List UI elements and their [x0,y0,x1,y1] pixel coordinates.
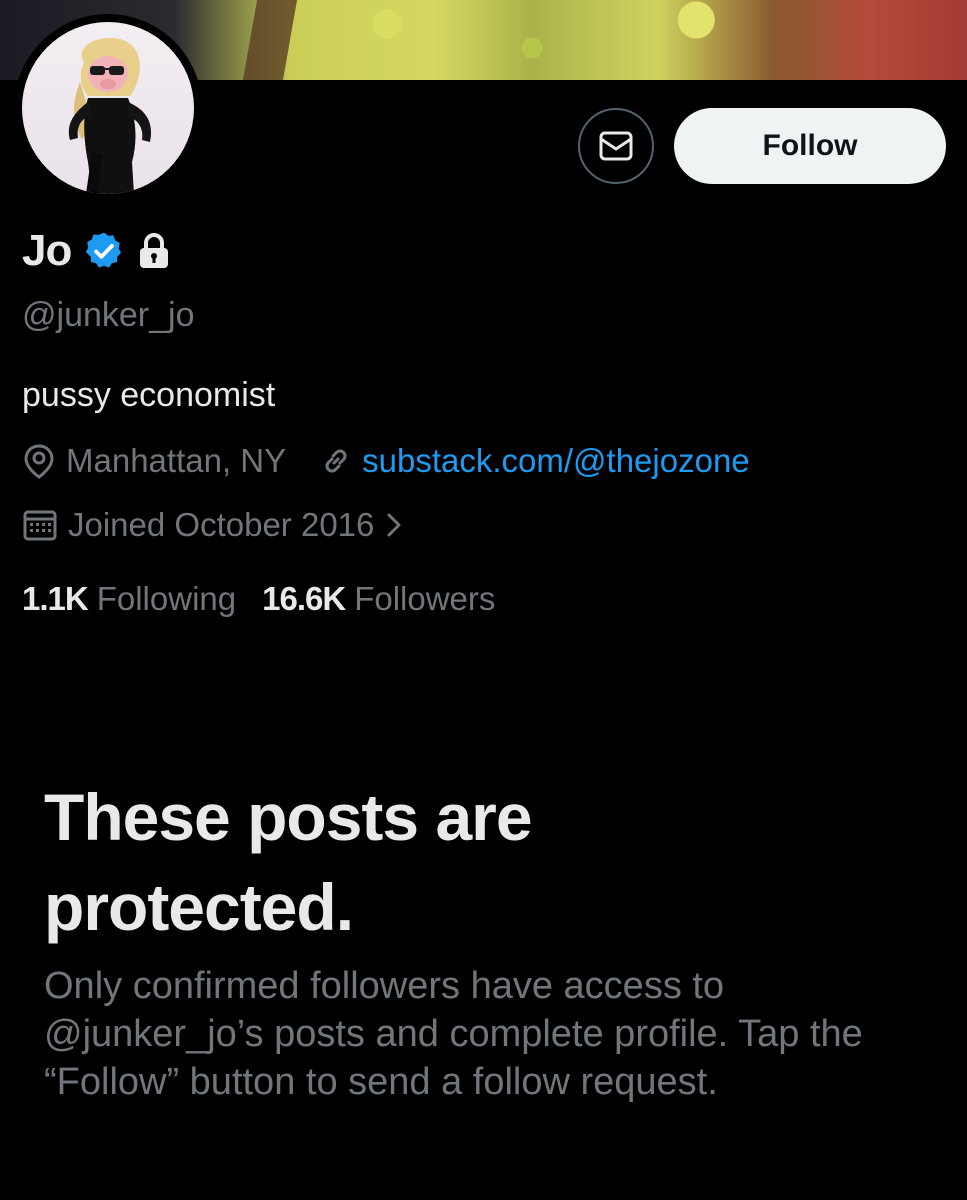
following-stat[interactable]: 1.1K Following [22,580,236,618]
profile-name: Jo [22,226,72,275]
profile-meta-row: Manhattan, NY substack.com/@thejozone [22,442,750,480]
following-count: 1.1K [22,580,89,617]
followers-label: Followers [354,580,496,617]
protected-title: These posts are protected. [44,780,533,944]
website-item[interactable]: substack.com/@thejozone [320,442,750,480]
protected-description: Only confirmed followers have access to … [44,965,863,1103]
followers-count: 16.6K [262,580,346,617]
link-icon [325,449,347,473]
location-text: Manhattan, NY [66,442,287,479]
avatar[interactable] [14,14,202,202]
follow-stats: 1.1K Following 16.6K Followers [22,580,495,618]
location-item: Manhattan, NY [22,442,286,480]
message-button[interactable] [578,108,654,184]
avatar-photo [22,22,194,194]
profile-bio: pussy economist [22,376,276,414]
chevron-right-icon [387,513,401,537]
profile-name-row: Jo [22,226,171,276]
location-pin-icon [24,444,54,479]
followers-stat[interactable]: 16.6K Followers [262,580,495,618]
verified-badge-icon [86,232,122,268]
website-link[interactable]: substack.com/@thejozone [362,442,750,480]
follow-button[interactable]: Follow [674,108,946,184]
profile-handle: @junker_jo [22,296,195,334]
lock-icon [140,233,169,268]
calendar-icon [23,510,57,541]
envelope-icon [599,131,633,161]
joined-item[interactable]: Joined October 2016 [22,506,404,544]
following-label: Following [96,580,237,617]
joined-row[interactable]: Joined October 2016 [22,506,404,544]
joined-text: Joined October 2016 [68,506,375,543]
